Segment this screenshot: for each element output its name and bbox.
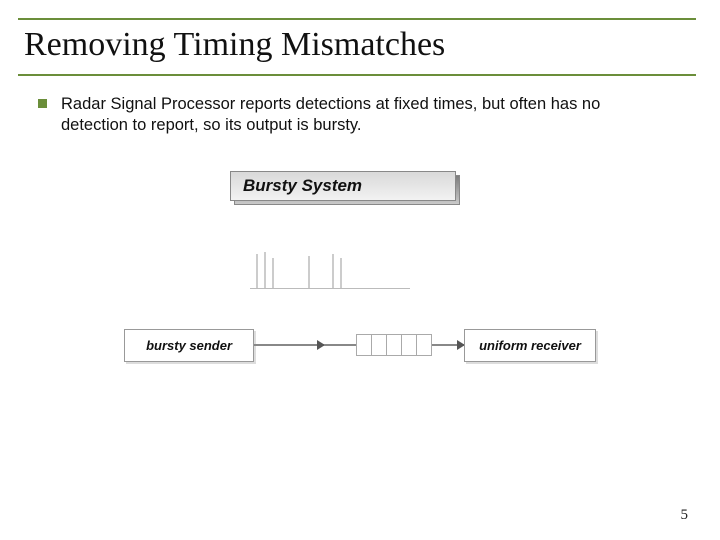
fifo-cell xyxy=(416,334,432,356)
bullet-item: Radar Signal Processor reports detection… xyxy=(24,94,696,137)
slide: Removing Timing Mismatches Radar Signal … xyxy=(0,0,720,540)
spike xyxy=(340,258,342,288)
fifo-cell xyxy=(371,334,387,356)
spike xyxy=(264,252,266,288)
fifo-buffer xyxy=(356,334,432,356)
fifo-cell xyxy=(356,334,372,356)
connector-fifo xyxy=(324,344,464,346)
line xyxy=(254,344,324,346)
spike xyxy=(272,258,274,288)
fifo-cell xyxy=(386,334,402,356)
connector-left xyxy=(254,344,324,346)
system-label: Bursty System xyxy=(230,171,456,201)
spike xyxy=(256,254,258,288)
bullet-text: Radar Signal Processor reports detection… xyxy=(61,94,666,137)
title-rule: Removing Timing Mismatches xyxy=(18,18,696,76)
pipeline: bursty sender uniform receiver xyxy=(24,329,696,362)
spike xyxy=(332,254,334,288)
receiver-node: uniform receiver xyxy=(464,329,596,362)
diagram: Bursty System bursty sender xyxy=(24,171,696,362)
spike xyxy=(308,256,310,288)
page-number: 5 xyxy=(681,507,689,524)
fifo-cell xyxy=(401,334,417,356)
slide-title: Removing Timing Mismatches xyxy=(24,26,696,64)
square-bullet-icon xyxy=(38,99,47,108)
burst-spikes xyxy=(250,245,410,289)
system-label-box: Bursty System xyxy=(230,171,460,205)
sender-node: bursty sender xyxy=(124,329,254,362)
